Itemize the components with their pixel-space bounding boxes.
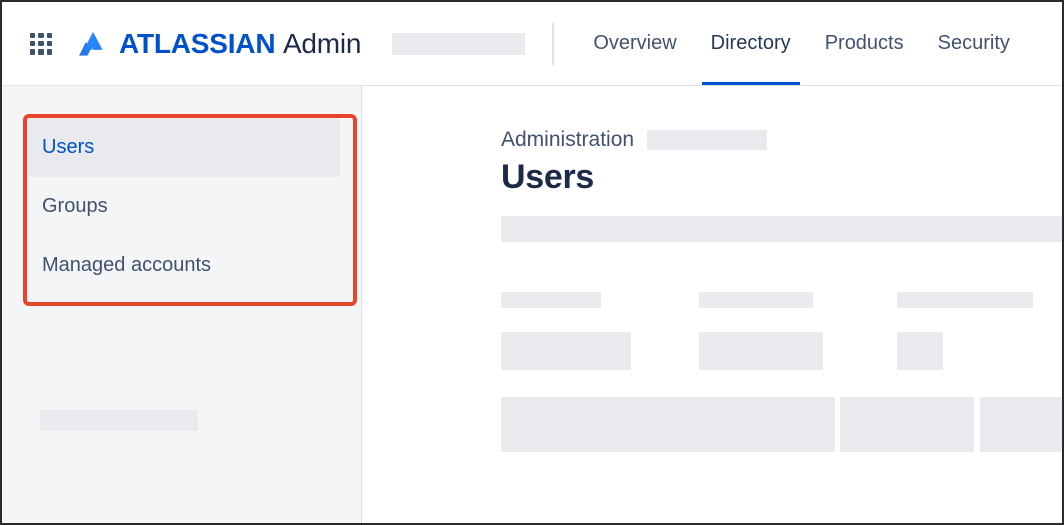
sidebar-item-managed-accounts[interactable]: Managed accounts bbox=[24, 236, 340, 295]
content-row-cell-1 bbox=[501, 397, 835, 452]
grid-dot bbox=[30, 40, 36, 47]
grid-dot bbox=[30, 49, 36, 55]
content-field-value-3 bbox=[897, 332, 943, 370]
grid-dot bbox=[46, 32, 52, 38]
grid-dot bbox=[46, 40, 52, 47]
atlassian-logo-icon bbox=[79, 31, 103, 56]
content-banner-bar bbox=[501, 216, 1062, 242]
header-divider bbox=[552, 22, 555, 65]
grid-apps-icon[interactable] bbox=[30, 32, 52, 55]
breadcrumb-administration[interactable]: Administration bbox=[501, 128, 634, 152]
admin-sidebar: Users Groups Managed accounts bbox=[2, 86, 362, 523]
tab-directory[interactable]: Directory bbox=[694, 2, 808, 85]
grid-dot bbox=[38, 49, 44, 55]
grid-dot bbox=[30, 32, 36, 38]
content-field-label-2 bbox=[699, 292, 813, 308]
brand-name-light: Admin bbox=[282, 27, 362, 59]
tab-security[interactable]: Security bbox=[921, 2, 1027, 85]
grid-dot bbox=[38, 32, 44, 38]
sidebar-nav-group: Users Groups Managed accounts bbox=[24, 118, 340, 295]
brand-wordmark: ATLASSIAN Admin bbox=[119, 27, 362, 59]
page-title: Users bbox=[501, 158, 595, 196]
sidebar-redaction-1 bbox=[40, 410, 198, 431]
brand-home-link[interactable]: ATLASSIAN Admin bbox=[77, 27, 362, 59]
sidebar-item-users[interactable]: Users bbox=[24, 118, 340, 177]
breadcrumb: Administration bbox=[501, 128, 768, 152]
org-name-redaction bbox=[392, 32, 526, 55]
content-field-value-2 bbox=[699, 332, 823, 370]
tab-products[interactable]: Products bbox=[808, 2, 921, 85]
primary-nav-tabs: Overview Directory Products Security bbox=[576, 2, 1062, 85]
content-row-cell-2 bbox=[840, 397, 974, 452]
sidebar-item-groups[interactable]: Groups bbox=[24, 177, 340, 236]
grid-dot bbox=[46, 49, 52, 55]
content-field-label-1 bbox=[501, 292, 601, 308]
main-content: Administration Users bbox=[363, 86, 1062, 523]
content-field-value-1 bbox=[501, 332, 631, 370]
breadcrumb-redaction bbox=[647, 130, 768, 150]
tab-overview[interactable]: Overview bbox=[576, 2, 693, 85]
global-header: ATLASSIAN Admin Overview Directory Produ… bbox=[2, 2, 1062, 86]
screenshot-frame: ATLASSIAN Admin Overview Directory Produ… bbox=[0, 0, 1064, 525]
content-row-cell-3 bbox=[980, 397, 1062, 452]
content-field-label-3 bbox=[897, 292, 1033, 308]
grid-dot bbox=[38, 40, 44, 47]
brand-name-bold: ATLASSIAN bbox=[119, 27, 276, 59]
